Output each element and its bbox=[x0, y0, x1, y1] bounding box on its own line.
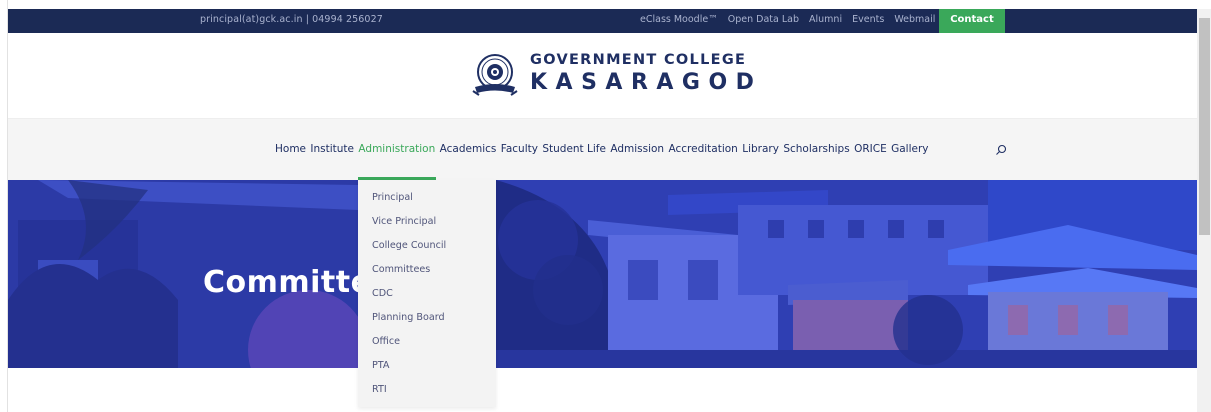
nav-item-accreditation[interactable]: Accreditation bbox=[668, 143, 737, 155]
hero-title: Committe bbox=[203, 265, 372, 300]
nav-item-home[interactable]: Home bbox=[275, 143, 306, 155]
site-header: GOVERNMENT COLLEGE KASARAGOD bbox=[8, 33, 1197, 119]
nav-item-student-life[interactable]: Student Life bbox=[542, 143, 606, 155]
dropdown-item-office[interactable]: Office bbox=[372, 336, 496, 360]
dropdown-item-planning-board[interactable]: Planning Board bbox=[372, 312, 496, 336]
top-bar: principal(at)gck.ac.in | 04994 256027 eC… bbox=[8, 9, 1197, 33]
campus-photo-overlay bbox=[8, 180, 1197, 368]
nav-item-faculty[interactable]: Faculty bbox=[501, 143, 538, 155]
contact-info: principal(at)gck.ac.in | 04994 256027 bbox=[200, 14, 383, 25]
nav-item-scholarships[interactable]: Scholarships bbox=[783, 143, 849, 155]
contact-button[interactable]: Contact bbox=[939, 9, 1005, 33]
main-nav: Home Institute Administration Academics … bbox=[8, 119, 1197, 180]
dropdown-item-college-council[interactable]: College Council bbox=[372, 240, 496, 264]
nav-item-orice[interactable]: ORICE bbox=[854, 143, 887, 155]
top-link-events[interactable]: Events bbox=[852, 14, 884, 25]
administration-dropdown: Principal Vice Principal College Council… bbox=[358, 180, 496, 407]
logo-title-line2: KASARAGOD bbox=[530, 70, 763, 95]
top-link-eclass-moodle[interactable]: eClass Moodle™ bbox=[640, 14, 718, 25]
hero-banner: Committe bbox=[8, 180, 1197, 368]
site-logo[interactable]: GOVERNMENT COLLEGE KASARAGOD bbox=[471, 49, 771, 103]
nav-item-administration[interactable]: Administration bbox=[358, 143, 435, 155]
top-links: eClass Moodle™ Open Data Lab Alumni Even… bbox=[640, 14, 942, 25]
nav-item-institute[interactable]: Institute bbox=[310, 143, 354, 155]
nav-item-gallery[interactable]: Gallery bbox=[891, 143, 928, 155]
logo-title-line1: GOVERNMENT COLLEGE bbox=[530, 52, 747, 68]
dropdown-item-cdc[interactable]: CDC bbox=[372, 288, 496, 312]
page-top-margin bbox=[0, 0, 1211, 9]
college-seal-icon bbox=[472, 54, 518, 96]
nav-item-academics[interactable]: Academics bbox=[440, 143, 497, 155]
nav-item-admission[interactable]: Admission bbox=[610, 143, 664, 155]
page-left-margin bbox=[0, 0, 8, 412]
top-link-open-data-lab[interactable]: Open Data Lab bbox=[728, 14, 799, 25]
top-link-webmail[interactable]: Webmail bbox=[894, 14, 935, 25]
dropdown-item-pta[interactable]: PTA bbox=[372, 360, 496, 384]
dropdown-item-rti[interactable]: RTI bbox=[372, 384, 496, 408]
scrollbar-thumb[interactable] bbox=[1199, 18, 1210, 235]
dropdown-item-vice-principal[interactable]: Vice Principal bbox=[372, 216, 496, 240]
dropdown-item-committees[interactable]: Committees bbox=[372, 264, 496, 288]
top-link-alumni[interactable]: Alumni bbox=[809, 14, 842, 25]
dropdown-item-principal[interactable]: Principal bbox=[372, 192, 496, 216]
search-icon[interactable] bbox=[995, 144, 1007, 156]
nav-item-library[interactable]: Library bbox=[742, 143, 779, 155]
